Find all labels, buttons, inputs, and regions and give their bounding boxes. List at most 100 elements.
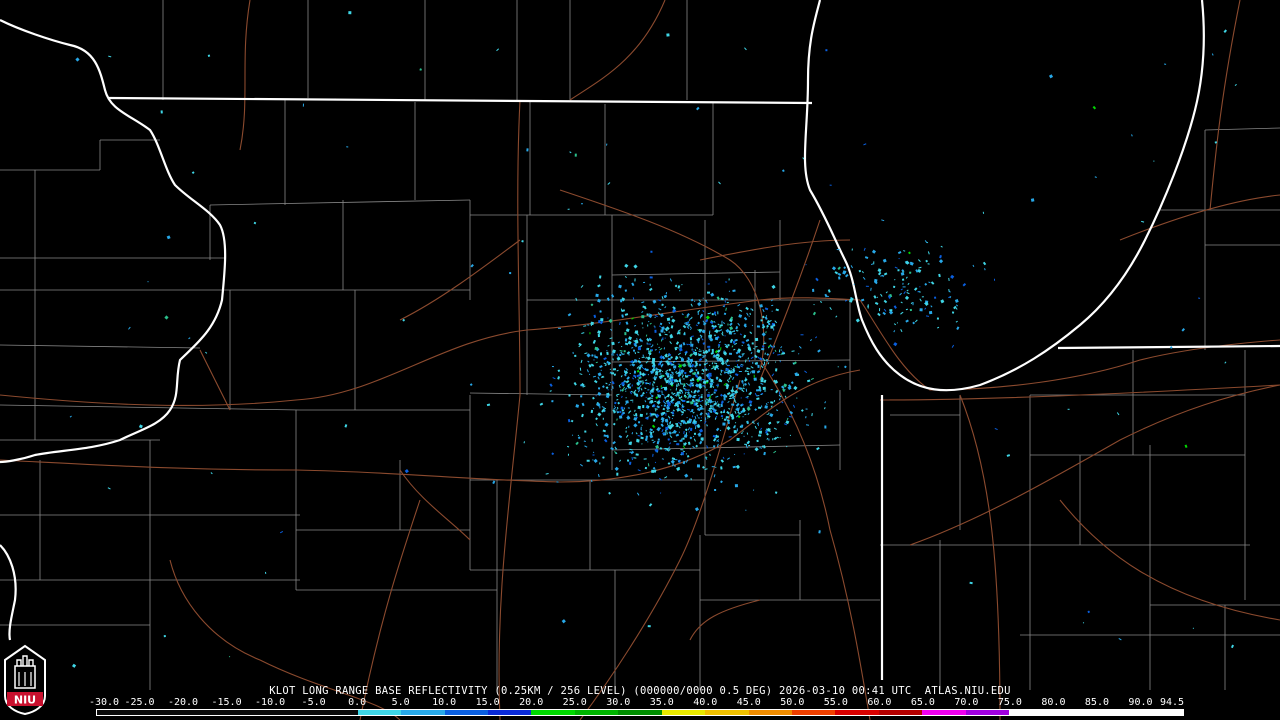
echo-blip <box>892 285 896 288</box>
echo-blip <box>684 371 687 375</box>
echo-blip <box>713 334 716 336</box>
echo-blip <box>676 405 679 408</box>
colorbar-segment <box>357 710 402 715</box>
echo-blip <box>721 320 723 324</box>
echo-blip <box>679 344 683 348</box>
echo-blip <box>670 389 672 391</box>
colorbar-label: 50.0 <box>780 697 805 708</box>
colorbar-label: -5.0 <box>301 697 326 708</box>
colorbar-segment <box>835 710 879 715</box>
echo-blip <box>696 464 700 468</box>
echo-blip <box>740 424 744 428</box>
echo-blip <box>928 310 933 315</box>
echo-blip <box>657 441 660 443</box>
echo-blip <box>768 338 772 340</box>
echo-blip <box>753 374 755 378</box>
echo-blip <box>714 330 718 332</box>
echo-blip <box>509 272 512 275</box>
echo-blip <box>346 146 349 148</box>
echo-blip <box>805 408 808 410</box>
echo-blip <box>619 353 622 357</box>
echo-blip <box>648 321 650 323</box>
echo-blip <box>919 308 923 312</box>
echo-blip <box>643 458 647 460</box>
colorbar-segment <box>314 710 358 715</box>
echo-blip <box>775 368 778 372</box>
echo-blip <box>680 399 683 401</box>
colorbar-segment <box>661 710 706 715</box>
colorbar-label: 15.0 <box>475 697 500 708</box>
echo-blip <box>592 454 595 456</box>
echo-blip <box>720 403 723 408</box>
echo-blip <box>666 317 671 322</box>
echo-blip <box>740 397 742 399</box>
echo-blip <box>812 288 815 292</box>
echo-blip <box>764 390 767 392</box>
echo-blip <box>629 373 631 375</box>
echo-blip <box>638 421 641 424</box>
echo-blip <box>634 278 636 282</box>
echo-blip <box>673 368 676 371</box>
echo-blip <box>951 311 955 314</box>
echo-blip <box>598 319 601 324</box>
echo-blip <box>715 466 717 468</box>
colorbar-segment <box>1052 710 1097 715</box>
echo-blip <box>348 11 352 15</box>
echo-blip <box>574 354 577 357</box>
echo-blip <box>731 403 735 406</box>
echo-blip <box>757 364 760 368</box>
echo-blip <box>853 283 855 285</box>
colorbar-label: 0.0 <box>348 697 367 708</box>
echo-blip <box>671 402 674 404</box>
echo-blip <box>586 459 590 462</box>
colorbar-label: 40.0 <box>693 697 718 708</box>
echo-blip <box>584 430 587 433</box>
echo-blip <box>686 417 688 419</box>
product-caption: KLOT LONG RANGE BASE REFLECTIVITY (0.25K… <box>269 685 1011 697</box>
echo-blip <box>742 416 744 418</box>
echo-blip <box>602 417 604 420</box>
echo-blip <box>589 332 591 335</box>
colorbar-label: 70.0 <box>954 697 979 708</box>
echo-blip <box>670 376 672 378</box>
echo-blip <box>690 427 693 431</box>
echo-blip <box>651 439 654 441</box>
echo-blip <box>758 406 762 409</box>
echo-blip <box>651 357 656 362</box>
echo-blip <box>699 315 702 319</box>
echo-blip <box>733 333 736 335</box>
echo-blip <box>682 437 685 440</box>
echo-blip <box>654 329 657 333</box>
echo-blip <box>639 413 643 418</box>
colorbar-label: -20.0 <box>167 697 199 708</box>
echo-blip <box>707 403 710 405</box>
echo-blip <box>717 311 719 315</box>
echo-blip <box>625 400 629 404</box>
echo-blip <box>641 322 643 325</box>
colorbar-segment <box>705 710 749 715</box>
echo-blip <box>703 408 705 410</box>
echo-blip <box>606 351 609 355</box>
echo-blip <box>654 400 657 403</box>
echo-blip <box>147 281 149 283</box>
echo-blip <box>751 370 756 374</box>
echo-blip <box>551 400 554 403</box>
echo-blip <box>643 281 646 284</box>
echo-blip <box>701 373 704 375</box>
echo-blip <box>764 405 768 409</box>
echo-blip <box>736 437 740 442</box>
colorbar-label: -25.0 <box>124 697 155 708</box>
echo-blip <box>641 356 645 358</box>
echo-blip <box>770 325 774 329</box>
echo-blip <box>714 489 717 491</box>
colorbar-segment <box>748 710 792 715</box>
echo-blip <box>873 261 875 265</box>
echo-blip <box>618 415 623 419</box>
echo-blip <box>772 438 774 441</box>
echo-blip <box>620 389 622 392</box>
echo-blip <box>683 405 685 408</box>
echo-blip <box>557 327 561 329</box>
echo-blip <box>725 368 729 371</box>
echo-blip <box>644 466 648 470</box>
echo-blip <box>625 343 627 346</box>
